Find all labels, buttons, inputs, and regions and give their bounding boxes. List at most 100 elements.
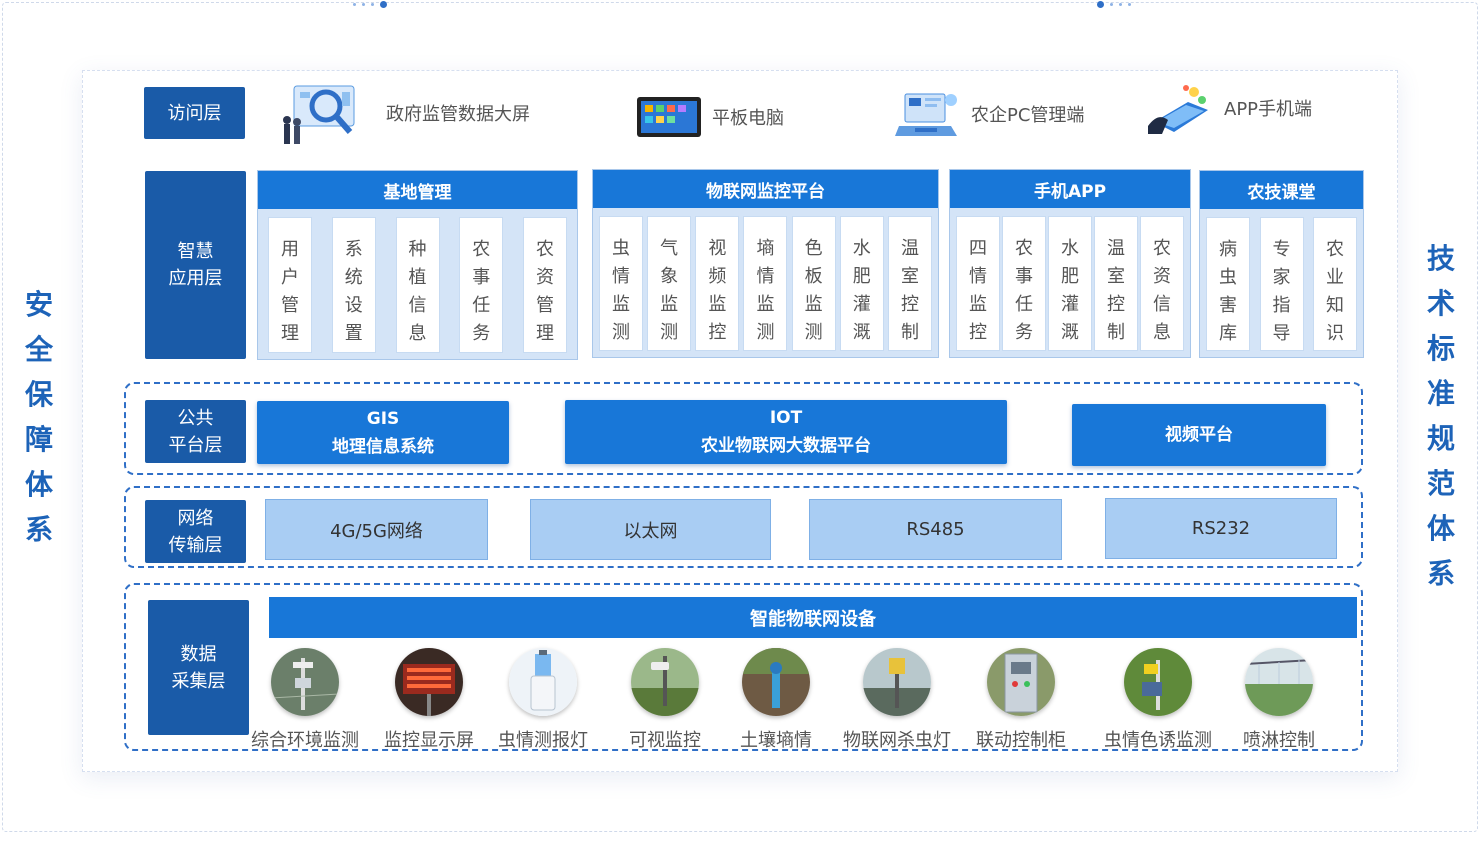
group-mobile-app: 手机APP 四情监控 农事任务 水肥灌溉 温室控制 农资信息 (949, 169, 1191, 358)
access-item-label: APP手机端 (1224, 99, 1313, 120)
side-char: 术 (1426, 287, 1455, 320)
device-pest-light[interactable]: 虫情测报灯 (478, 648, 608, 752)
device-label: 虫情测报灯 (498, 730, 588, 751)
app-card-greenhouse-mobile[interactable]: 温室控制 (1094, 216, 1138, 351)
network-layer-label: 网络 传输层 (145, 500, 246, 563)
app-card-soil-moisture[interactable]: 墒情监测 (743, 216, 788, 351)
group-iot-platform: 物联网监控平台 虫情监测 气象监测 视频监控 墒情监测 色板监测 水肥灌溉 温室… (592, 169, 939, 358)
app-card-weather-monitoring[interactable]: 气象监测 (647, 216, 692, 351)
platform-subtitle: 农业物联网大数据平台 (701, 436, 871, 456)
device-insect-killer[interactable]: 物联网杀虫灯 (832, 648, 962, 752)
network-4g5g[interactable]: 4G/5G网络 (265, 499, 488, 560)
access-item-label: 政府监管数据大屏 (386, 104, 530, 125)
device-label: 物联网杀虫灯 (843, 730, 951, 751)
public-layer-label: 公共 平台层 (145, 400, 246, 463)
layer-label-text: 应用层 (168, 268, 223, 289)
pc-icon (895, 93, 957, 136)
device-label: 综合环境监测 (251, 730, 359, 751)
insect-killer-icon (863, 648, 931, 716)
network-rs485[interactable]: RS485 (809, 499, 1062, 560)
layer-label-text: 数据 (180, 643, 217, 665)
side-char: 全 (24, 333, 53, 366)
app-card-farm-tasks[interactable]: 农事任务 (459, 217, 504, 353)
device-label: 联动控制柜 (976, 730, 1066, 751)
app-card-pest-monitoring[interactable]: 虫情监测 (599, 216, 643, 351)
device-sprinkler-control[interactable]: 喷淋控制 (1214, 648, 1344, 752)
network-label: 以太网 (623, 520, 678, 542)
gis-platform[interactable]: GIS 地理信息系统 (257, 401, 509, 464)
device-environment-monitoring[interactable]: 综合环境监测 (240, 648, 370, 752)
group-base-management: 基地管理 用户管理 系统设置 种植信息 农事任务 农资管理 (257, 170, 578, 360)
data-layer-label: 数据 采集层 (148, 600, 249, 735)
camera-pole-icon (631, 648, 699, 716)
device-color-trap[interactable]: 虫情色诱监测 (1093, 648, 1223, 752)
side-char: 体 (24, 468, 53, 501)
app-card-supplies-info[interactable]: 农资信息 (1140, 216, 1184, 351)
app-card-four-conditions[interactable]: 四情监控 (956, 216, 1000, 351)
phone-icon (1148, 85, 1208, 134)
access-item-data-screen: 政府监管数据大屏 (280, 80, 530, 146)
app-card-agri-knowledge[interactable]: 农业知识 (1313, 217, 1357, 351)
network-label: 4G/5G网络 (330, 520, 423, 542)
app-card-color-board[interactable]: 色板监测 (791, 216, 836, 351)
device-control-cabinet[interactable]: 联动控制柜 (956, 648, 1086, 752)
access-item-label: 农企PC管理端 (971, 105, 1085, 126)
sprinkler-icon (1245, 648, 1313, 716)
side-char: 障 (24, 423, 53, 456)
app-card-user-management[interactable]: 用户管理 (268, 217, 312, 353)
side-char: 系 (1426, 557, 1455, 590)
access-item-phone: APP手机端 (1148, 82, 1312, 134)
decor-dots-right (1097, 1, 1137, 8)
app-card-system-settings[interactable]: 系统设置 (331, 217, 376, 353)
network-label: RS485 (906, 519, 965, 540)
group-header: 基地管理 (258, 171, 577, 209)
access-item-pc: 农企PC管理端 (895, 88, 1084, 140)
device-soil-moisture[interactable]: 土壤墒情 (711, 648, 841, 752)
side-char: 安 (24, 288, 53, 321)
network-label: RS232 (1191, 518, 1251, 539)
layer-label-text: 采集层 (171, 670, 226, 692)
device-display-screen[interactable]: 监控显示屏 (364, 648, 494, 752)
layer-label-text: 智慧 (177, 241, 214, 262)
platform-title: IOT (769, 408, 803, 428)
side-char: 范 (1426, 467, 1455, 500)
layer-label-text: 访问层 (167, 102, 222, 124)
side-char: 系 (24, 513, 53, 546)
security-system-title: 安 全 保 障 体 系 (19, 282, 59, 552)
smart-app-layer-label: 智慧 应用层 (145, 171, 246, 359)
color-trap-icon (1124, 648, 1192, 716)
side-char: 技 (1426, 242, 1455, 275)
layer-label-text: 公共 (177, 407, 214, 429)
tablet-icon (637, 97, 701, 137)
control-cabinet-icon (987, 648, 1055, 716)
group-header: 手机APP (950, 170, 1190, 208)
side-char: 标 (1426, 332, 1455, 365)
app-card-pest-library[interactable]: 病虫害库 (1206, 217, 1250, 351)
app-card-fertigation-mobile[interactable]: 水肥灌溉 (1048, 216, 1092, 351)
side-char: 体 (1426, 512, 1455, 545)
decor-dots-left (353, 1, 393, 8)
group-header: 物联网监控平台 (593, 170, 938, 208)
access-layer-label: 访问层 (144, 87, 245, 139)
environment-station-icon (271, 648, 339, 716)
app-card-greenhouse-control[interactable]: 温室控制 (887, 216, 932, 351)
iot-platform[interactable]: IOT 农业物联网大数据平台 (565, 400, 1007, 464)
app-card-fertigation[interactable]: 水肥灌溉 (839, 216, 884, 351)
device-label: 喷淋控制 (1243, 730, 1315, 751)
device-label: 虫情色诱监测 (1104, 730, 1212, 751)
device-label: 土壤墒情 (740, 730, 812, 751)
app-card-supplies-management[interactable]: 农资管理 (523, 217, 567, 353)
iot-devices-header: 智能物联网设备 (269, 597, 1357, 638)
access-item-label: 平板电脑 (712, 108, 784, 129)
video-platform[interactable]: 视频平台 (1072, 404, 1326, 466)
device-label: 监控显示屏 (384, 730, 474, 751)
network-ethernet[interactable]: 以太网 (530, 499, 771, 560)
app-card-video-monitoring[interactable]: 视频监控 (695, 216, 740, 351)
side-char: 保 (24, 378, 53, 411)
app-card-expert-guidance[interactable]: 专家指导 (1259, 217, 1304, 351)
side-char: 规 (1426, 422, 1455, 455)
app-card-farm-tasks-mobile[interactable]: 农事任务 (1002, 216, 1046, 351)
side-char: 准 (1426, 377, 1455, 410)
app-card-planting-info[interactable]: 种植信息 (395, 217, 440, 353)
network-rs232[interactable]: RS232 (1105, 498, 1337, 559)
